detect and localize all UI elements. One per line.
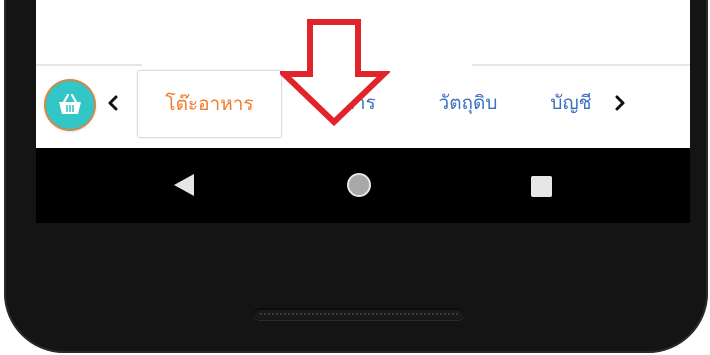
phone-speaker <box>254 308 464 320</box>
tab-divider-right <box>472 64 690 66</box>
android-nav-bar <box>36 148 690 223</box>
tab-label: บัญชี <box>550 92 592 114</box>
tab-dining-table[interactable]: โต๊ะอาหาร <box>137 70 282 138</box>
home-icon[interactable] <box>347 173 371 197</box>
speaker-grill <box>260 313 458 315</box>
basket-button[interactable] <box>46 81 94 129</box>
tabs-scroll-right-button[interactable] <box>612 93 628 113</box>
basket-icon <box>59 93 81 114</box>
tab-accounts[interactable]: บัญชี <box>536 70 606 136</box>
recent-apps-icon[interactable] <box>531 176 552 197</box>
tab-ingredients[interactable]: วัตถุดิบ <box>413 70 523 136</box>
tab-label: วัตถุดิบ <box>438 92 498 114</box>
tab-label: โต๊ะอาหาร <box>165 93 254 115</box>
back-icon[interactable] <box>174 174 194 196</box>
tab-divider-left <box>36 64 142 66</box>
chevron-left-icon <box>108 95 118 111</box>
red-down-arrow-icon <box>280 19 390 127</box>
tabs-scroll-left-button[interactable] <box>105 93 121 113</box>
chevron-right-icon <box>615 95 625 111</box>
